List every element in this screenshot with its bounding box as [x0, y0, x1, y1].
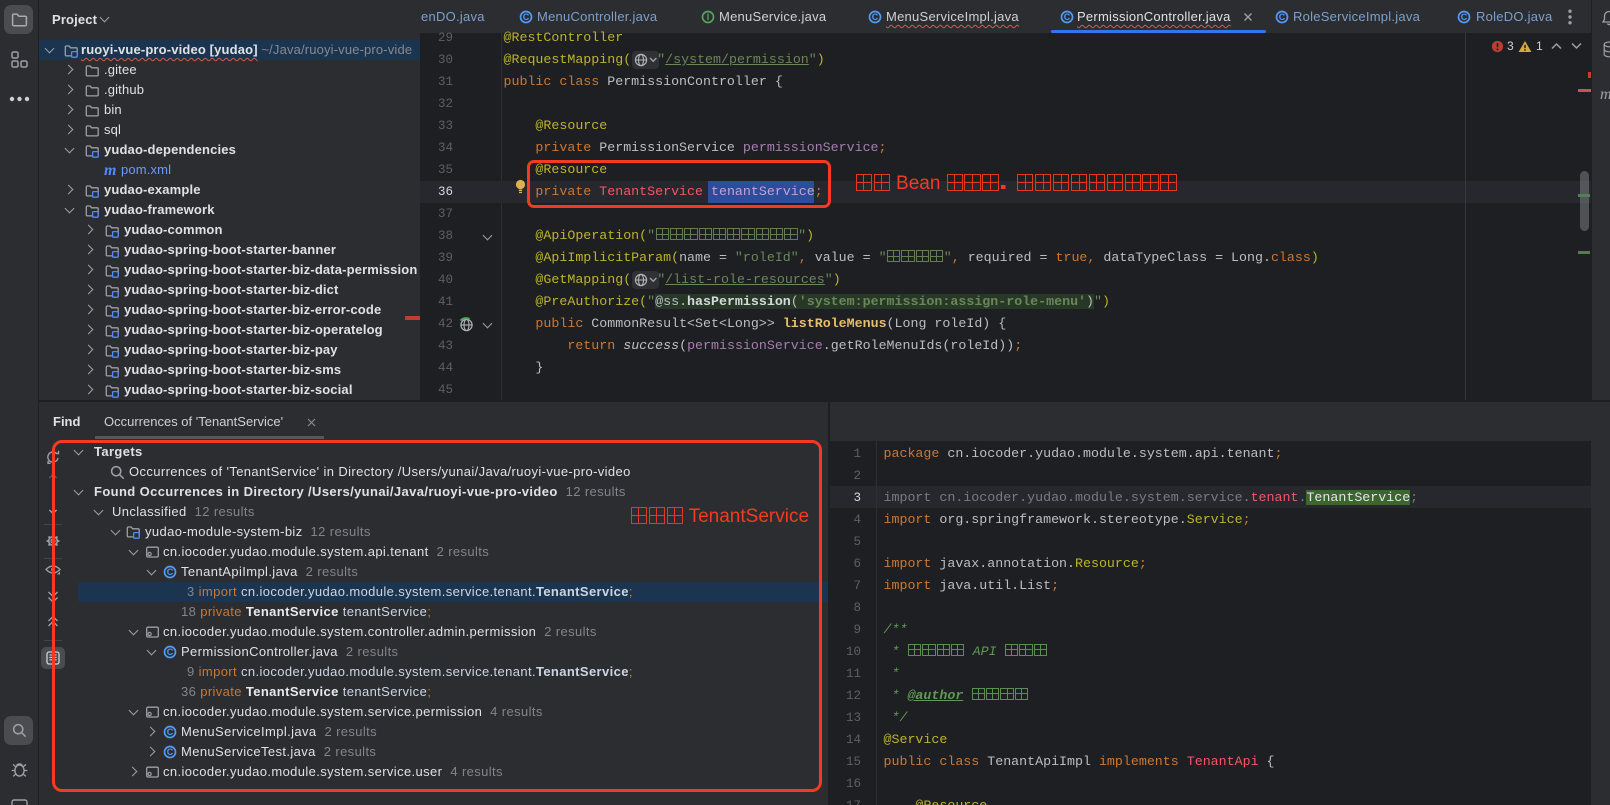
svg-text:m: m	[104, 162, 116, 179]
